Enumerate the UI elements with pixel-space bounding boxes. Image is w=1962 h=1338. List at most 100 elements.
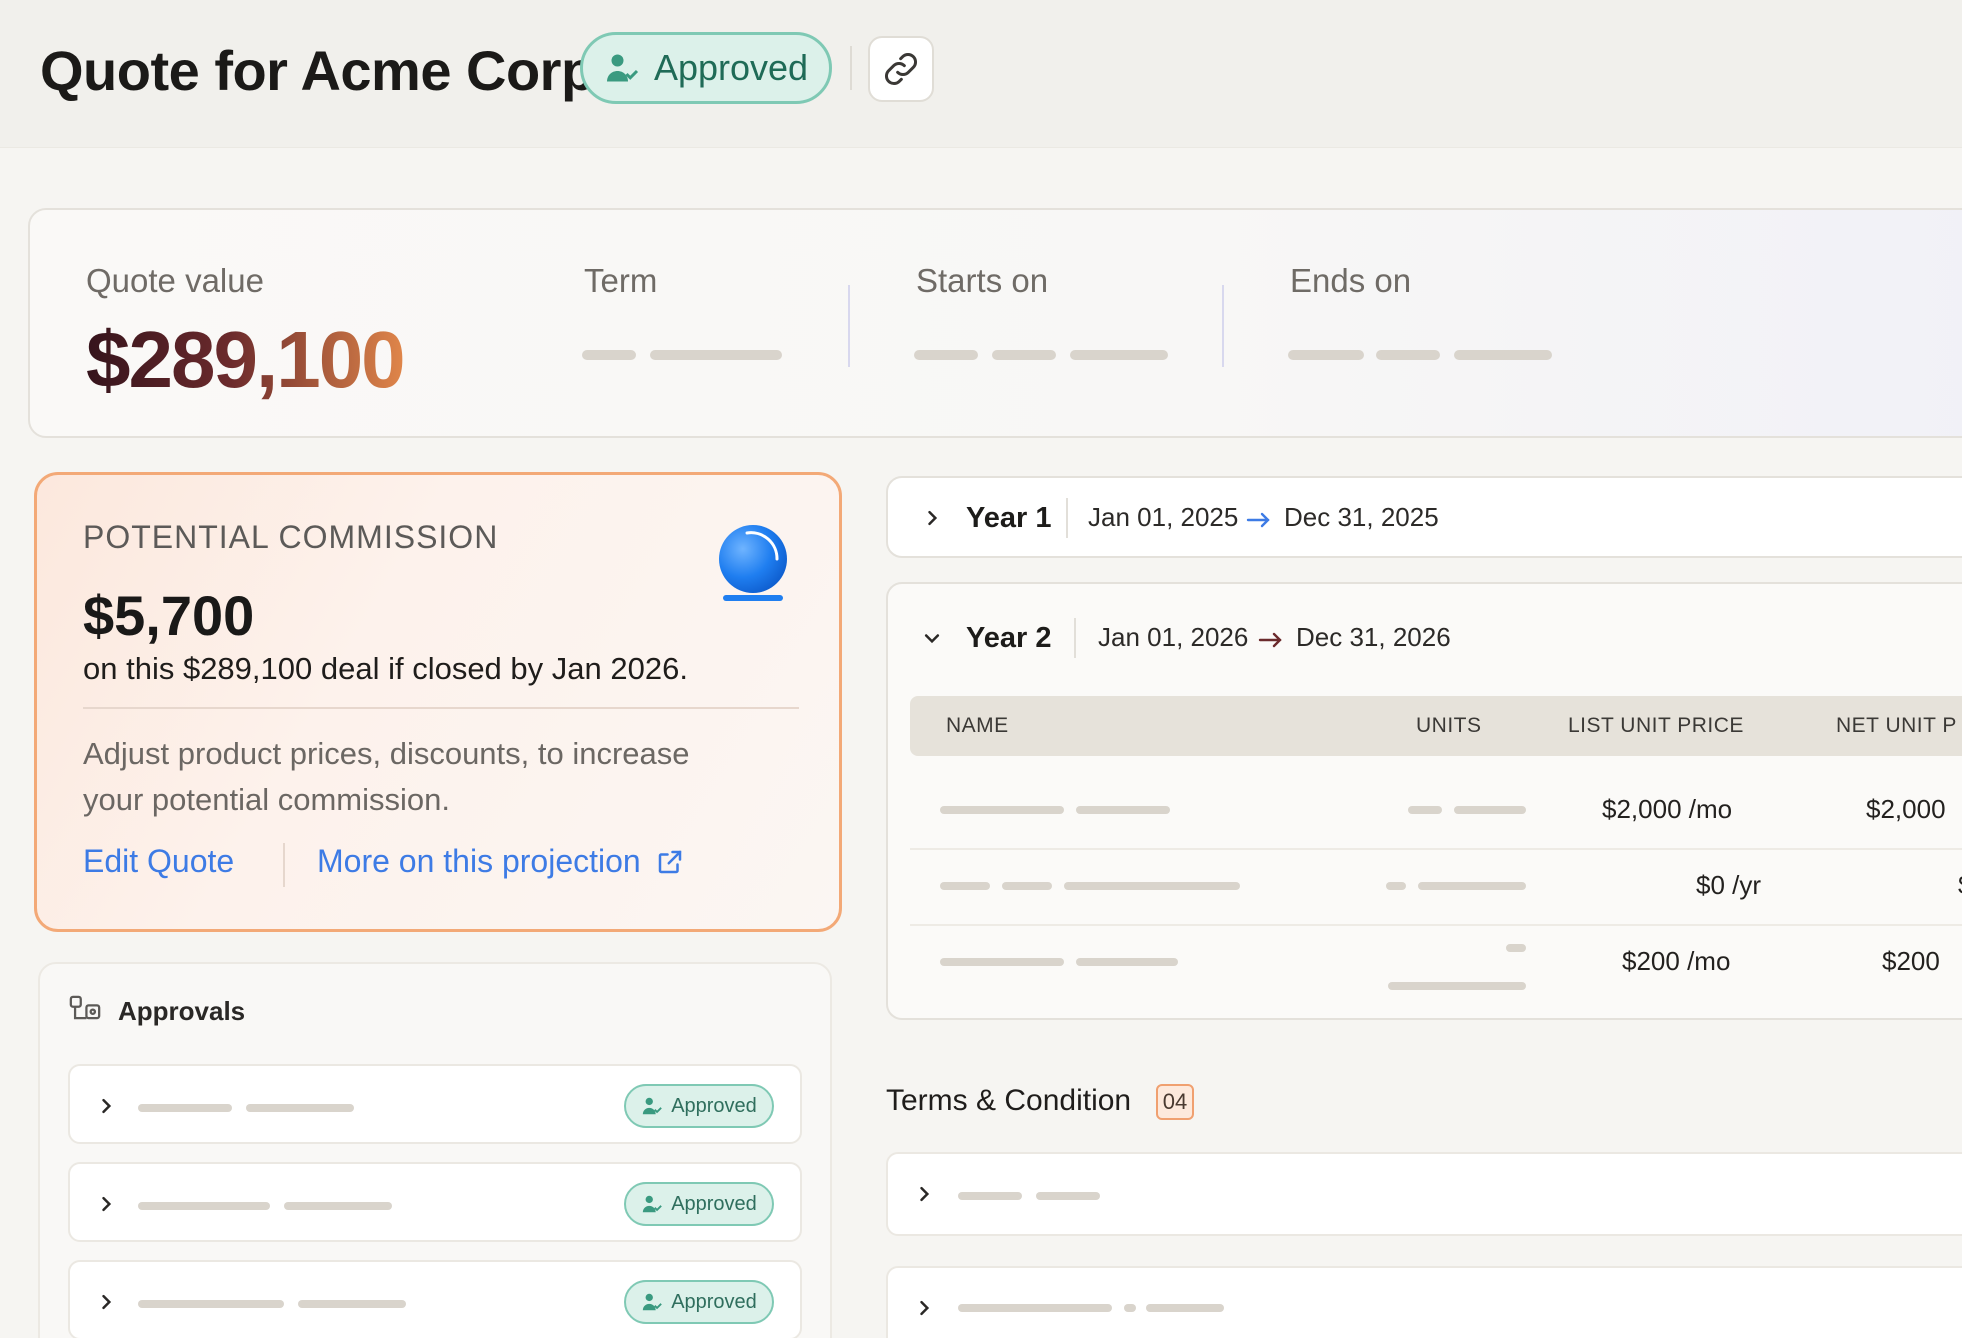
chevron-down-icon[interactable] bbox=[922, 628, 942, 648]
approval-row[interactable]: Approved bbox=[68, 1064, 802, 1144]
approval-name-placeholder bbox=[138, 1104, 232, 1112]
units-placeholder bbox=[1454, 806, 1526, 814]
quote-value-label: Quote value bbox=[86, 262, 264, 299]
year-1-section[interactable]: Year 1 Jan 01, 2025 Dec 31, 2025 bbox=[886, 476, 1962, 558]
table-row[interactable]: $0 /yr $( bbox=[910, 850, 1962, 926]
status-badge-label: Approved bbox=[653, 47, 809, 88]
approval-status-label: Approved bbox=[671, 1094, 757, 1117]
approvals-icon bbox=[69, 995, 101, 1020]
edit-quote-link[interactable]: Edit Quote bbox=[83, 843, 234, 880]
more-on-projection-link[interactable]: More on this projection bbox=[317, 843, 685, 880]
header-divider bbox=[850, 46, 852, 90]
term-name-placeholder bbox=[958, 1192, 1022, 1200]
year-1-start-date: Jan 01, 2025 bbox=[1088, 502, 1239, 532]
start-date-placeholder bbox=[992, 350, 1056, 360]
chevron-right-icon bbox=[102, 1196, 112, 1212]
external-link-icon bbox=[658, 850, 681, 873]
line-items-table-header: NAME UNITS LIST UNIT PRICE NET UNIT P bbox=[910, 696, 1962, 756]
summary-divider bbox=[848, 285, 850, 367]
commission-description: Adjust product prices, discounts, to inc… bbox=[83, 736, 690, 817]
approval-status-badge: Approved bbox=[624, 1084, 774, 1128]
net-unit-price: $( bbox=[1958, 870, 1962, 901]
units-placeholder bbox=[1388, 982, 1526, 990]
potential-commission-card: POTENTIAL COMMISSION $5,700 on this $289… bbox=[34, 472, 842, 932]
column-header-units: UNITS bbox=[1416, 714, 1482, 737]
column-header-net-unit-price: NET UNIT P bbox=[1836, 714, 1957, 737]
term-label: Term bbox=[584, 262, 658, 299]
status-badge: Approved bbox=[580, 32, 832, 104]
chevron-right-icon bbox=[102, 1098, 112, 1114]
commission-title: POTENTIAL COMMISSION bbox=[83, 519, 499, 555]
product-name-placeholder bbox=[1076, 806, 1170, 814]
arrow-right-icon bbox=[1258, 632, 1282, 648]
term-name-placeholder bbox=[1124, 1304, 1136, 1312]
year-2-start-date: Jan 01, 2026 bbox=[1098, 622, 1249, 652]
year-2-label: Year 2 bbox=[966, 622, 1052, 654]
units-placeholder bbox=[1418, 882, 1526, 890]
term-name-placeholder bbox=[958, 1304, 1112, 1312]
start-date-placeholder bbox=[1070, 350, 1168, 360]
crystal-ball-icon bbox=[719, 525, 787, 601]
link-icon bbox=[884, 52, 918, 86]
year-divider bbox=[1074, 618, 1076, 658]
table-row[interactable]: $2,000 /mo $2,000 bbox=[910, 774, 1962, 850]
approval-name-placeholder bbox=[298, 1300, 406, 1308]
commission-amount: $5,700 bbox=[83, 584, 255, 647]
approval-row[interactable]: Approved bbox=[68, 1162, 802, 1242]
chevron-right-icon[interactable] bbox=[922, 508, 942, 528]
approval-status-label: Approved bbox=[671, 1192, 757, 1215]
units-placeholder bbox=[1408, 806, 1442, 814]
year-divider bbox=[1066, 498, 1068, 538]
approvals-panel: Approvals Approved Approved Approved bbox=[38, 962, 832, 1338]
terms-row[interactable] bbox=[886, 1152, 1962, 1236]
copy-link-button[interactable] bbox=[868, 36, 934, 102]
list-unit-price: $200 /mo bbox=[1622, 946, 1731, 976]
user-check-icon bbox=[643, 1293, 663, 1311]
list-unit-price: $2,000 /mo bbox=[1602, 794, 1733, 824]
approval-name-placeholder bbox=[284, 1202, 392, 1210]
term-name-placeholder bbox=[1036, 1192, 1100, 1200]
chevron-right-icon bbox=[102, 1294, 112, 1310]
units-placeholder bbox=[1386, 882, 1406, 890]
approval-row[interactable]: Approved bbox=[68, 1260, 802, 1338]
end-date-placeholder bbox=[1288, 350, 1364, 360]
end-date-placeholder bbox=[1454, 350, 1552, 360]
approval-name-placeholder bbox=[246, 1104, 354, 1112]
end-date-placeholder bbox=[1376, 350, 1440, 360]
quote-value: $289,100 bbox=[86, 315, 406, 404]
ends-on-label: Ends on bbox=[1290, 262, 1412, 299]
page-header: Quote for Acme Corp Approved bbox=[0, 0, 1962, 148]
product-name-placeholder bbox=[940, 806, 1064, 814]
year-2-section: Year 2 Jan 01, 2026 Dec 31, 2026 NAME UN… bbox=[886, 582, 1962, 1020]
chevron-right-icon bbox=[920, 1300, 930, 1316]
quote-summary-card: Quote value $289,100 Term Starts on Ends… bbox=[28, 208, 1962, 438]
approval-status-label: Approved bbox=[671, 1290, 757, 1313]
summary-divider bbox=[1222, 285, 1224, 367]
year-2-end-date: Dec 31, 2026 bbox=[1296, 622, 1451, 652]
table-row[interactable]: $200 /mo $200 bbox=[910, 926, 1962, 1002]
product-name-placeholder bbox=[1076, 958, 1178, 966]
column-header-list-unit-price: LIST UNIT PRICE bbox=[1568, 714, 1744, 737]
terms-count-badge: 04 bbox=[1156, 1084, 1194, 1120]
product-name-placeholder bbox=[940, 958, 1064, 966]
terms-title: Terms & Condition bbox=[886, 1084, 1132, 1117]
more-on-projection-label: More on this projection bbox=[317, 843, 641, 879]
chevron-right-icon bbox=[920, 1186, 930, 1202]
term-name-placeholder bbox=[1146, 1304, 1224, 1312]
column-header-name: NAME bbox=[946, 714, 1009, 737]
year-1-label: Year 1 bbox=[966, 502, 1052, 534]
net-unit-price: $2,000 bbox=[1866, 794, 1946, 824]
approvals-title: Approvals bbox=[118, 995, 246, 1026]
product-name-placeholder bbox=[1002, 882, 1052, 890]
commission-subtitle: on this $289,100 deal if closed by Jan 2… bbox=[83, 651, 688, 686]
list-unit-price: $0 /yr bbox=[1696, 870, 1762, 900]
approval-name-placeholder bbox=[138, 1202, 270, 1210]
link-divider bbox=[283, 843, 285, 887]
units-placeholder bbox=[1506, 944, 1526, 952]
product-name-placeholder bbox=[940, 882, 990, 890]
user-check-icon bbox=[643, 1097, 663, 1115]
approval-status-badge: Approved bbox=[624, 1280, 774, 1324]
product-name-placeholder bbox=[1064, 882, 1240, 890]
terms-row[interactable] bbox=[886, 1266, 1962, 1338]
approvals-header: Approvals bbox=[68, 994, 245, 1028]
